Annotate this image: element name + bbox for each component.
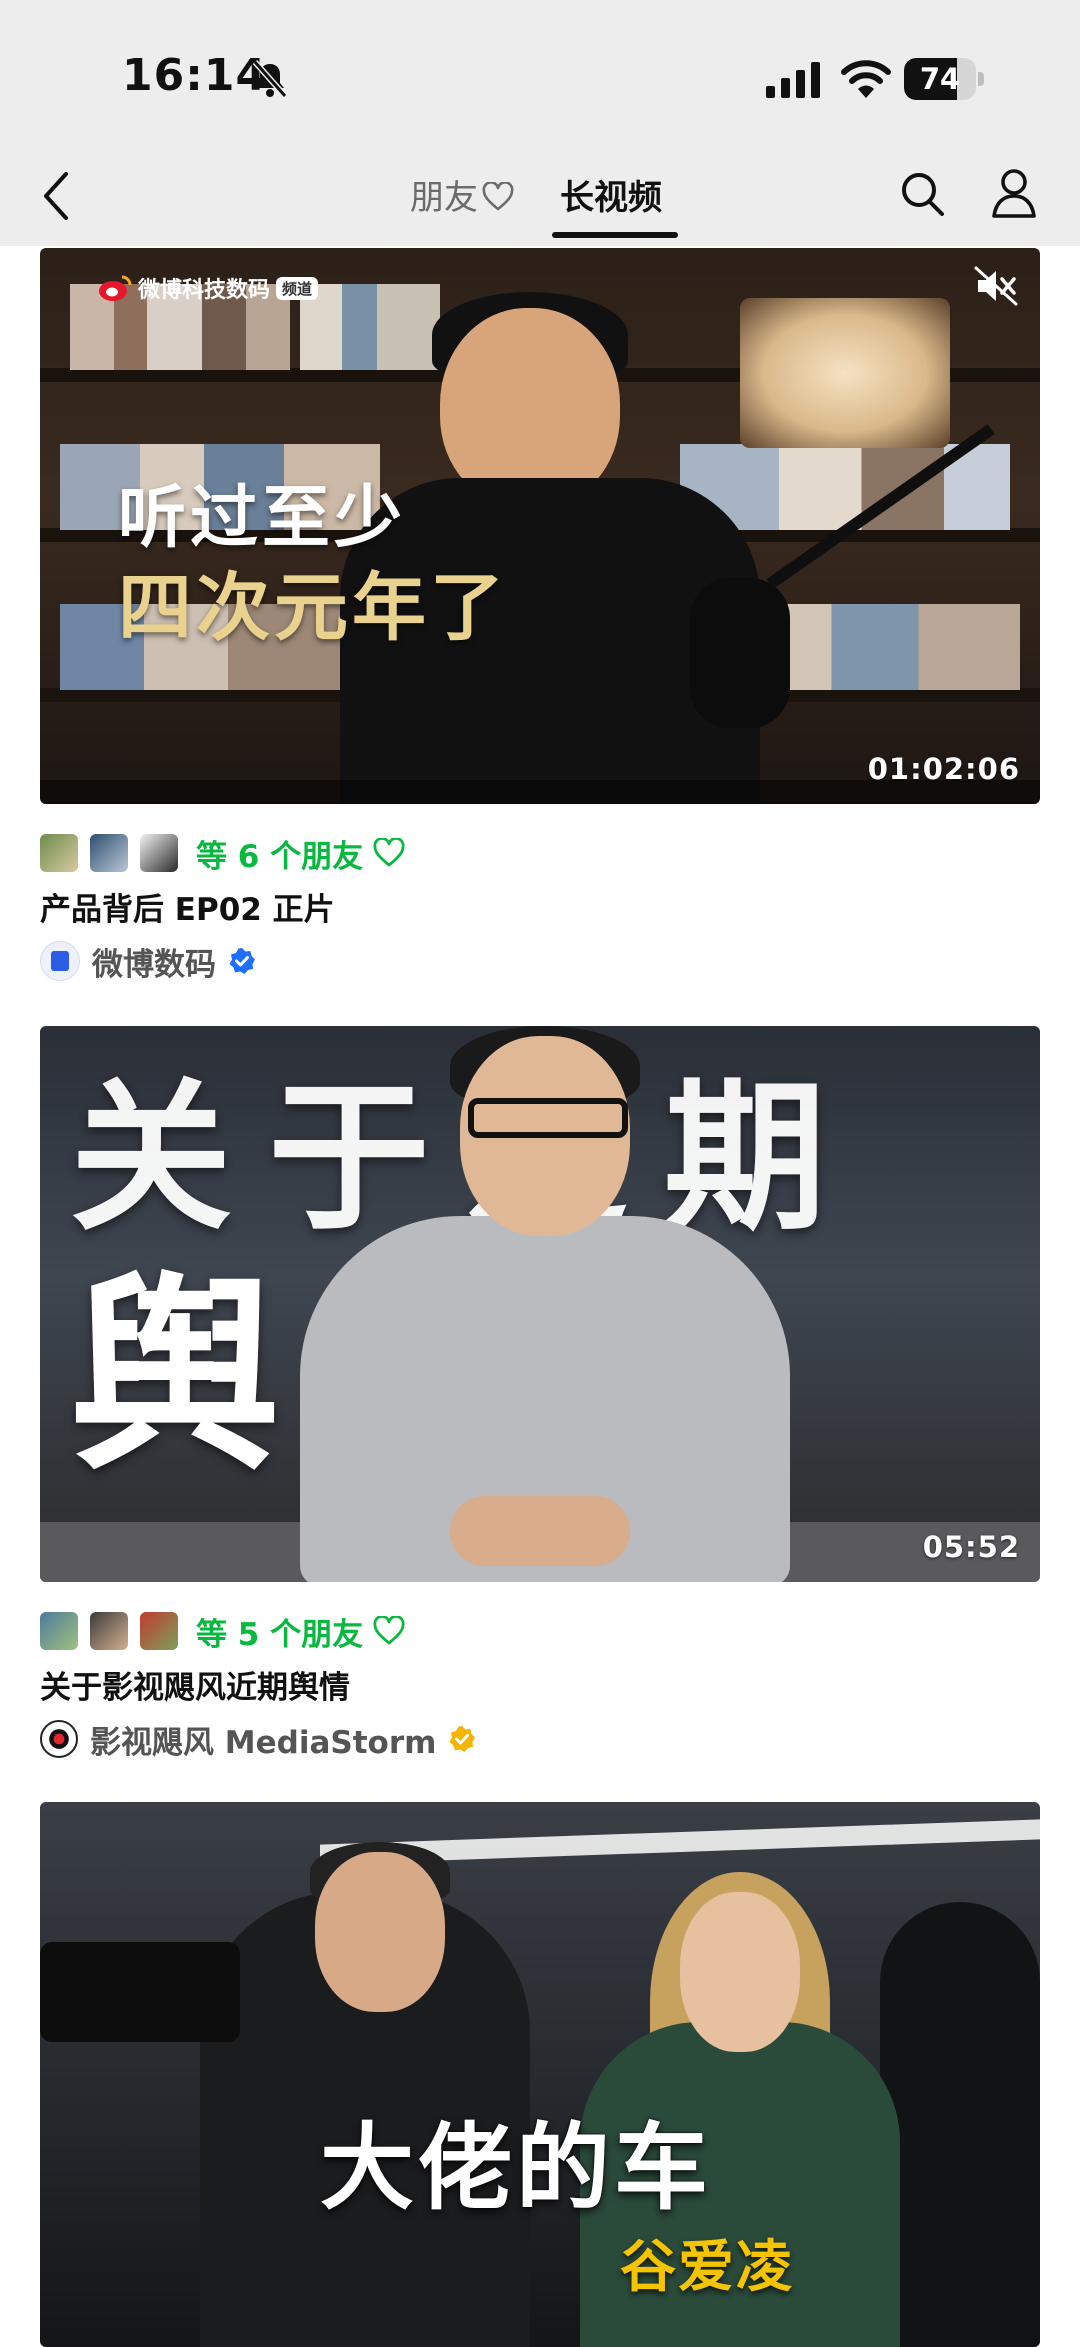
back-chevron-icon[interactable]	[36, 168, 76, 224]
profile-icon[interactable]	[990, 166, 1038, 220]
friend-avatar	[40, 834, 78, 872]
cellular-signal-icon	[766, 62, 820, 98]
video-duration: 01:02:06	[867, 752, 1020, 786]
guest-face	[680, 1892, 800, 2052]
top-bar: 16:14 74 朋友 长视频	[0, 0, 1080, 246]
weibo-logo-icon	[99, 275, 132, 301]
friends-count-text: 等 6 个朋友	[196, 838, 364, 875]
thumbnail-caption-line2: 四次元年了	[118, 565, 508, 651]
tab-long-video[interactable]: 长视频	[560, 170, 662, 230]
battery-body: 74	[904, 58, 976, 100]
thumbnail-caption-line1: 听过至少	[118, 478, 407, 558]
thumbnail-caption-line2: 谷爱凌	[620, 2235, 794, 2300]
search-icon[interactable]	[898, 168, 946, 220]
video-camera	[40, 1942, 240, 2042]
microphone	[690, 578, 790, 728]
friends-liked-row[interactable]: 等 6 个朋友	[40, 832, 405, 875]
status-time: 16:14	[122, 50, 268, 101]
video-thumbnail-1[interactable]: 微博科技数码 频道 听过至少 四次元年了 01:02:06	[40, 248, 1040, 804]
heart-outline-icon	[373, 838, 405, 867]
active-tab-indicator	[552, 232, 678, 238]
video-title[interactable]: 关于影视飓风近期舆情	[40, 1662, 350, 1707]
video-thumbnail-2[interactable]: 关于近期 舆情 05:52	[40, 1026, 1040, 1582]
nav-bar: 朋友 长视频	[0, 150, 1080, 246]
author-row[interactable]: 影视飓风 MediaStorm	[40, 1718, 476, 1761]
tab-friends[interactable]: 朋友	[410, 170, 514, 230]
friends-count-text: 等 5 个朋友	[196, 1616, 364, 1653]
friend-avatar	[90, 1612, 128, 1650]
background-person	[880, 1902, 1040, 2347]
heart-outline-icon	[373, 1616, 405, 1645]
channel-watermark: 微博科技数码 频道	[98, 272, 319, 304]
friends-liked-row[interactable]: 等 5 个朋友	[40, 1610, 405, 1653]
wifi-icon	[841, 60, 891, 98]
verified-badge-icon	[449, 1726, 476, 1752]
video-duration: 05:52	[922, 1530, 1020, 1564]
books	[300, 284, 440, 370]
author-row[interactable]: 微博数码	[40, 940, 256, 983]
status-bar: 16:14 74	[0, 0, 1080, 140]
author-name: 微博数码	[92, 946, 216, 983]
silent-bell-icon	[252, 60, 288, 98]
author-name: 影视飓风 MediaStorm	[90, 1724, 437, 1761]
presenter-glasses	[468, 1098, 628, 1138]
thumbnail-caption-line1: 大佬的车	[320, 2114, 713, 2223]
friend-avatar	[40, 1612, 78, 1650]
channel-watermark-text: 微博科技数码	[138, 278, 271, 303]
friend-avatar	[90, 834, 128, 872]
verified-badge-icon	[229, 948, 255, 974]
lamp	[740, 298, 950, 448]
heart-outline-icon	[482, 181, 514, 210]
presenter-hands	[450, 1496, 630, 1566]
mute-icon[interactable]	[974, 266, 1018, 306]
video-thumbnail-3[interactable]: 大佬的车 谷爱凌	[40, 1802, 1040, 2347]
host-face	[315, 1852, 445, 2012]
author-avatar	[40, 1720, 78, 1758]
video-title[interactable]: 产品背后 EP02 正片	[40, 884, 335, 929]
tab-friends-label: 朋友	[410, 178, 478, 218]
friend-avatar	[140, 834, 178, 872]
author-avatar	[40, 941, 80, 981]
channel-watermark-tag: 频道	[276, 276, 319, 300]
friend-avatar	[140, 1612, 178, 1650]
battery-percent: 74	[919, 62, 961, 96]
battery-tip	[978, 72, 984, 86]
battery-indicator: 74	[904, 58, 984, 100]
